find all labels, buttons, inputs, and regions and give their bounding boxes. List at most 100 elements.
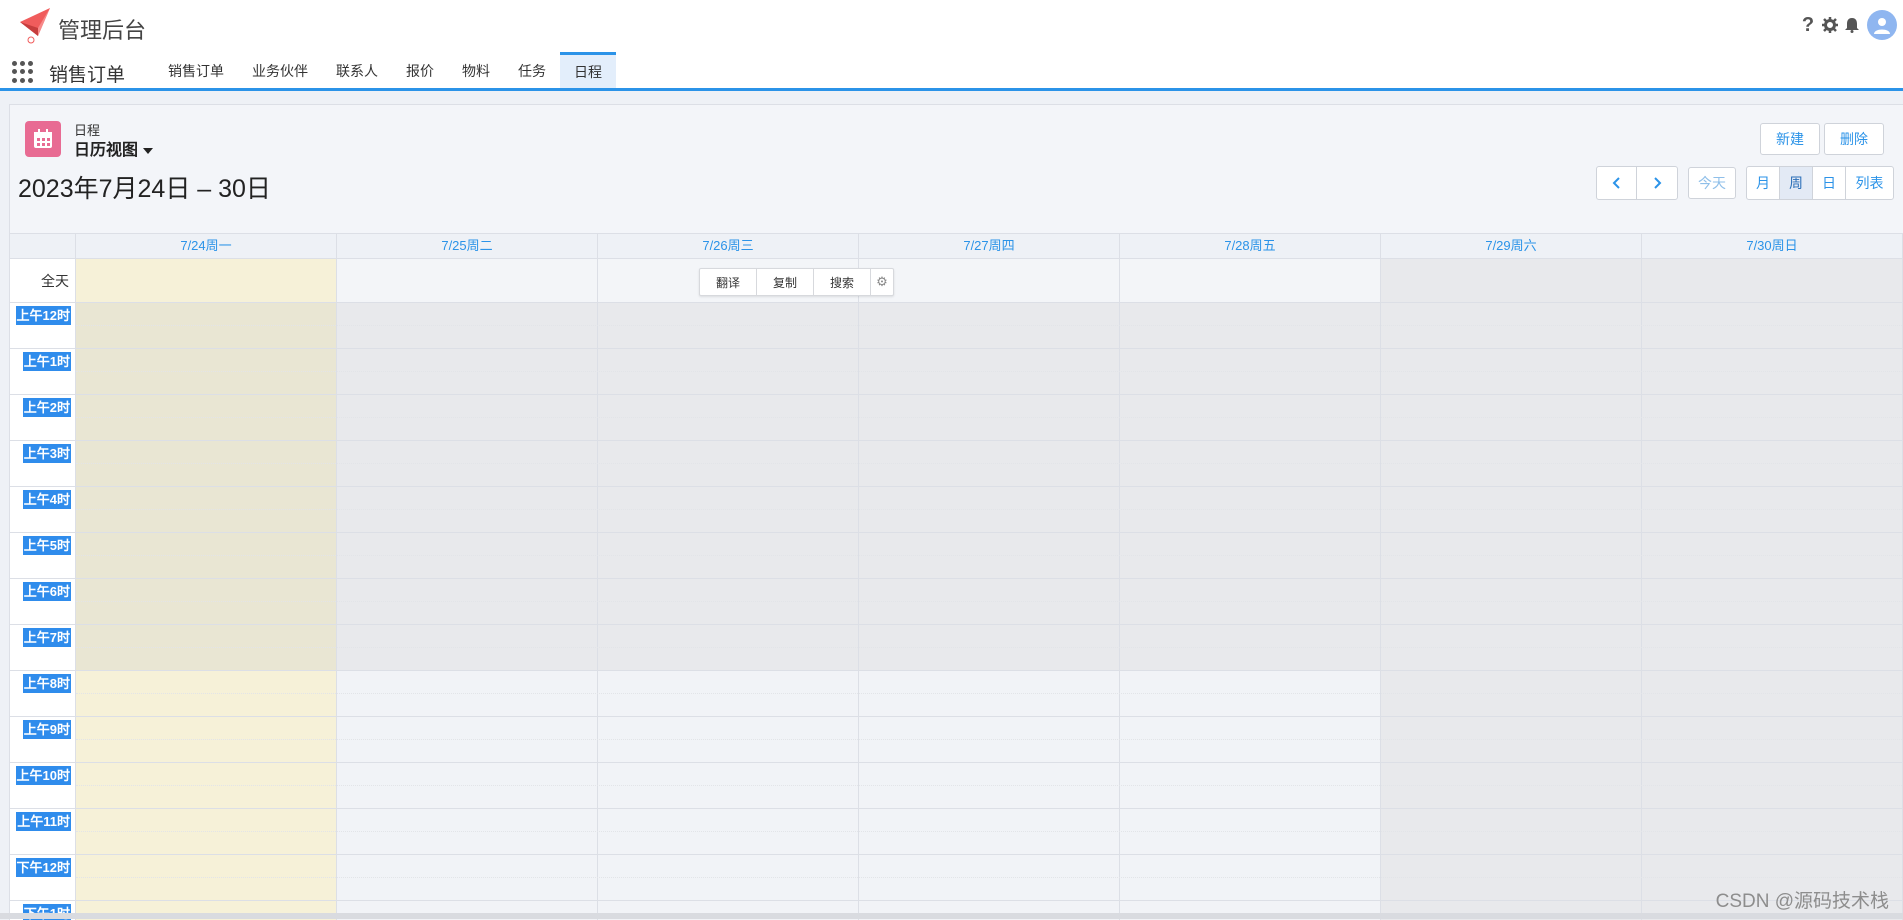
time-slot-cell[interactable] (337, 441, 598, 486)
chevron-left-icon[interactable] (1597, 167, 1638, 199)
view-day-button[interactable]: 日 (1813, 167, 1846, 199)
translate-button[interactable]: 翻译 (700, 269, 757, 295)
time-slot-cell[interactable] (859, 809, 1120, 854)
time-slot-cell[interactable] (859, 625, 1120, 670)
time-slot-cell[interactable] (1120, 533, 1381, 578)
time-slot-cell[interactable] (1642, 487, 1903, 532)
time-slot-cell[interactable] (337, 717, 598, 762)
time-slot-cell[interactable] (1381, 763, 1642, 808)
time-slot-cell[interactable] (1381, 303, 1642, 348)
time-slot-cell[interactable] (337, 855, 598, 900)
time-slot-cell[interactable] (859, 395, 1120, 440)
time-slot-cell[interactable] (76, 533, 337, 578)
time-slot-cell[interactable] (1120, 487, 1381, 532)
all-day-cell[interactable] (1120, 259, 1381, 302)
time-slot-cell[interactable] (76, 349, 337, 394)
time-slot-cell[interactable] (598, 349, 859, 394)
time-slot-cell[interactable] (1120, 763, 1381, 808)
time-slot-cell[interactable] (76, 579, 337, 624)
view-month-button[interactable]: 月 (1747, 167, 1780, 199)
today-button[interactable]: 今天 (1688, 167, 1736, 199)
time-slot-cell[interactable] (1120, 671, 1381, 716)
all-day-cell[interactable] (337, 259, 598, 302)
time-slot-cell[interactable] (337, 533, 598, 578)
settings-icon[interactable] (1821, 14, 1839, 36)
time-slot-cell[interactable] (76, 441, 337, 486)
user-avatar[interactable] (1867, 10, 1897, 40)
new-button[interactable]: 新建 (1760, 123, 1820, 155)
day-header[interactable]: 7/27周四 (859, 234, 1120, 258)
time-slot-cell[interactable] (859, 855, 1120, 900)
tab-sales-order[interactable]: 销售订单 (154, 52, 238, 88)
time-slot-cell[interactable] (1381, 717, 1642, 762)
time-slot-cell[interactable] (598, 579, 859, 624)
time-slot-cell[interactable] (1381, 533, 1642, 578)
time-slot-cell[interactable] (337, 349, 598, 394)
tab-contacts[interactable]: 联系人 (322, 52, 392, 88)
tab-quotes[interactable]: 报价 (392, 52, 448, 88)
time-slot-cell[interactable] (598, 763, 859, 808)
time-slot-cell[interactable] (1120, 717, 1381, 762)
time-slot-cell[interactable] (1642, 441, 1903, 486)
time-slot-cell[interactable] (598, 441, 859, 486)
time-slot-cell[interactable] (76, 763, 337, 808)
time-slot-cell[interactable] (76, 395, 337, 440)
time-slot-cell[interactable] (337, 395, 598, 440)
time-slot-cell[interactable] (1120, 625, 1381, 670)
chevron-right-icon[interactable] (1637, 167, 1677, 199)
time-slot-cell[interactable] (1642, 625, 1903, 670)
time-slot-cell[interactable] (1120, 395, 1381, 440)
time-slot-cell[interactable] (1642, 533, 1903, 578)
time-slot-cell[interactable] (337, 671, 598, 716)
all-day-cell[interactable] (859, 259, 1120, 302)
time-slot-cell[interactable] (76, 671, 337, 716)
time-slot-cell[interactable] (1381, 441, 1642, 486)
time-slot-cell[interactable] (1381, 809, 1642, 854)
time-slot-cell[interactable] (337, 303, 598, 348)
all-day-cell[interactable] (1381, 259, 1642, 302)
time-slot-cell[interactable] (1381, 349, 1642, 394)
time-slot-cell[interactable] (859, 579, 1120, 624)
time-slot-cell[interactable] (1120, 303, 1381, 348)
tab-schedule[interactable]: 日程 (560, 52, 616, 88)
time-slot-cell[interactable] (76, 303, 337, 348)
app-launcher-icon[interactable] (12, 61, 34, 83)
time-slot-cell[interactable] (1642, 349, 1903, 394)
time-slot-cell[interactable] (76, 855, 337, 900)
time-slot-cell[interactable] (859, 717, 1120, 762)
time-slot-cell[interactable] (1381, 579, 1642, 624)
all-day-cell[interactable] (76, 259, 337, 302)
help-icon[interactable]: ? (1799, 14, 1817, 36)
time-slot-cell[interactable] (1642, 763, 1903, 808)
day-header[interactable]: 7/29周六 (1381, 234, 1642, 258)
time-slot-cell[interactable] (76, 809, 337, 854)
time-slot-cell[interactable] (337, 625, 598, 670)
time-slot-cell[interactable] (1642, 717, 1903, 762)
time-slot-cell[interactable] (859, 533, 1120, 578)
time-slot-cell[interactable] (598, 395, 859, 440)
time-slot-cell[interactable] (1381, 855, 1642, 900)
view-list-button[interactable]: 列表 (1846, 167, 1893, 199)
time-slot-cell[interactable] (1642, 809, 1903, 854)
time-slot-cell[interactable] (1120, 441, 1381, 486)
time-slot-cell[interactable] (1381, 671, 1642, 716)
time-slot-cell[interactable] (1381, 625, 1642, 670)
time-slot-cell[interactable] (859, 349, 1120, 394)
day-header[interactable]: 7/28周五 (1120, 234, 1381, 258)
all-day-cell[interactable] (1642, 259, 1903, 302)
time-slot-cell[interactable] (598, 487, 859, 532)
time-slot-cell[interactable] (337, 763, 598, 808)
day-header[interactable]: 7/24周一 (76, 234, 337, 258)
time-slot-cell[interactable] (1381, 395, 1642, 440)
time-slot-cell[interactable] (1642, 395, 1903, 440)
day-header[interactable]: 7/30周日 (1642, 234, 1903, 258)
copy-button[interactable]: 复制 (757, 269, 814, 295)
time-slot-cell[interactable] (598, 671, 859, 716)
time-slot-cell[interactable] (598, 855, 859, 900)
time-slot-cell[interactable] (859, 671, 1120, 716)
day-header[interactable]: 7/26周三 (598, 234, 859, 258)
time-slot-cell[interactable] (598, 533, 859, 578)
view-selector[interactable]: 日历视图 (74, 136, 154, 160)
time-slot-cell[interactable] (1120, 855, 1381, 900)
time-slot-cell[interactable] (337, 809, 598, 854)
